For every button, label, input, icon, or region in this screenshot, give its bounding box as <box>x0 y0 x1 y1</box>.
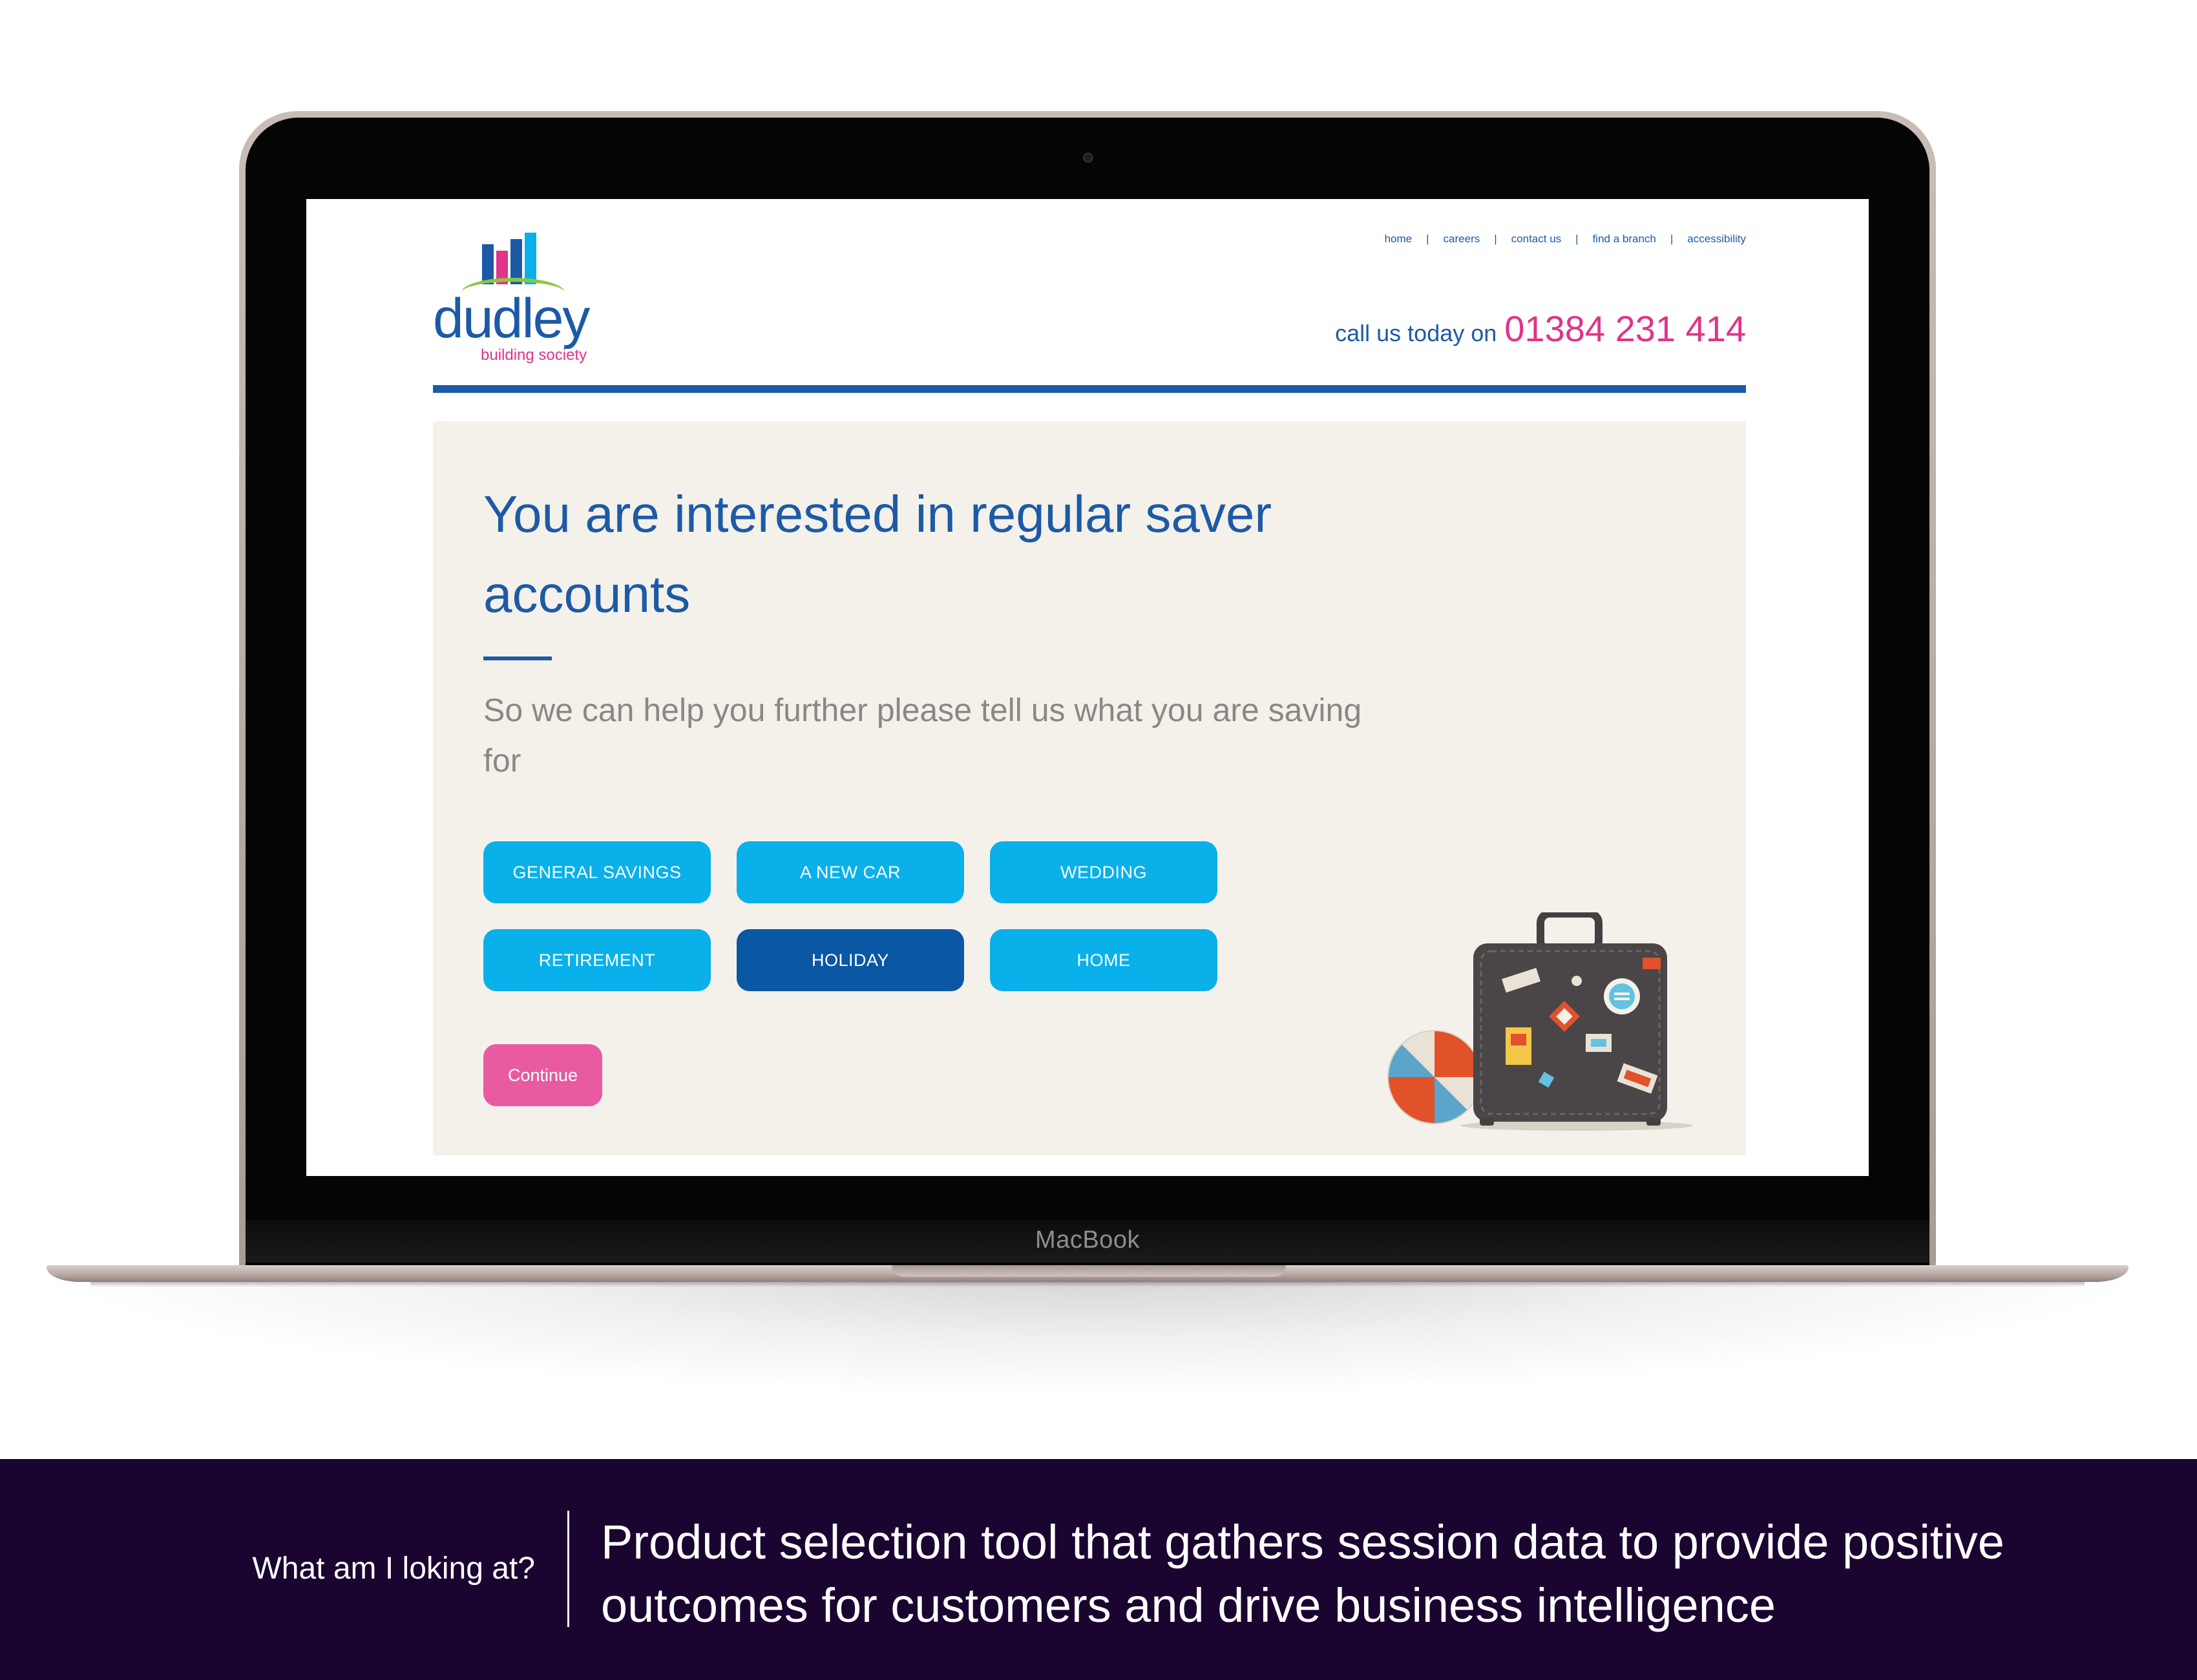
caption-label: What am I loking at? <box>252 1551 535 1586</box>
logo-wordmark: dudley <box>433 288 590 350</box>
option-holiday-button[interactable]: HOLIDAY <box>737 929 964 991</box>
macbook-label: MacBook <box>1035 1226 1140 1254</box>
caption-text: Product selection tool that gathers sess… <box>601 1515 2004 1632</box>
suitcase-icon <box>1460 912 1693 1131</box>
nav-accessibility-link[interactable]: accessibility <box>1687 233 1746 246</box>
saver-question-panel: You are interested in regular saver acco… <box>433 421 1746 1155</box>
page-title: You are interested in regular saver acco… <box>483 485 1272 623</box>
call-us-line: call us today on 01384 231 414 <box>1335 308 1746 350</box>
camera-icon <box>1083 152 1093 163</box>
nav-separator: | <box>1494 233 1497 245</box>
nav-separator: | <box>1426 233 1429 245</box>
nav-find-branch-link[interactable]: find a branch <box>1593 233 1656 246</box>
nav-home-link[interactable]: home <box>1385 233 1413 246</box>
logo-subtitle: building society <box>481 346 587 364</box>
option-home-button[interactable]: HOME <box>990 929 1217 991</box>
option-new-car-button[interactable]: A NEW CAR <box>737 841 964 903</box>
title-underline <box>483 656 552 660</box>
caption-divider <box>567 1511 569 1627</box>
logo-towers-icon <box>482 233 540 284</box>
laptop-base-shadow <box>90 1282 2085 1287</box>
option-general-savings-button[interactable]: GENERAL SAVINGS <box>483 841 711 903</box>
site-header: dudley building society home | careers |… <box>433 199 1746 393</box>
browser-screen: dudley building society home | careers |… <box>306 199 1869 1176</box>
call-us-text: call us today on <box>1335 320 1497 346</box>
phone-number[interactable]: 01384 231 414 <box>1504 308 1746 350</box>
laptop-notch <box>892 1265 1286 1277</box>
caption-band: What am I loking at? Product selection t… <box>0 1459 2197 1680</box>
header-divider <box>433 385 1746 393</box>
nav-separator: | <box>1575 233 1579 245</box>
option-wedding-button[interactable]: WEDDING <box>990 841 1217 903</box>
beach-ball-icon <box>1387 1030 1482 1124</box>
option-retirement-button[interactable]: RETIREMENT <box>483 929 711 991</box>
saving-goal-options: GENERAL SAVINGS A NEW CAR WEDDING RETIRE… <box>483 841 1267 991</box>
top-nav: home | careers | contact us | find a bra… <box>1385 233 1746 246</box>
nav-separator: | <box>1670 233 1674 245</box>
nav-careers-link[interactable]: careers <box>1444 233 1480 246</box>
question-text: So we can help you further please tell u… <box>483 692 1362 779</box>
nav-contact-link[interactable]: contact us <box>1511 233 1562 246</box>
continue-button[interactable]: Continue <box>483 1044 602 1106</box>
holiday-illustration <box>1387 912 1693 1131</box>
dudley-logo[interactable]: dudley building society <box>433 233 594 364</box>
